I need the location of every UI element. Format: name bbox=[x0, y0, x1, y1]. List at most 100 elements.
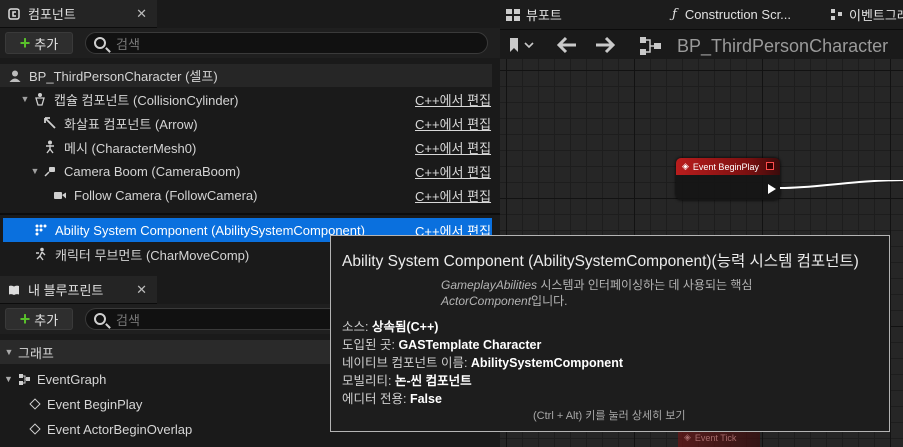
arrow-component-icon bbox=[42, 115, 58, 131]
tooltip-source-label: 소스: bbox=[342, 320, 369, 334]
component-tree: BP_ThirdPersonCharacter (셀프) ▼ 캡슐 컴포넌트 (… bbox=[0, 64, 492, 207]
tooltip-desc-italic: GameplayAbilities bbox=[441, 278, 538, 292]
graph-breadcrumb: BP_ThirdPersonCharacter bbox=[677, 36, 889, 56]
event-item-beginplay[interactable]: Event BeginPlay bbox=[0, 392, 142, 416]
close-icon[interactable]: ✕ bbox=[136, 6, 147, 22]
event-diamond-icon: ◈ bbox=[684, 432, 691, 442]
spring-arm-icon bbox=[42, 163, 58, 179]
edit-in-cpp-link[interactable]: C++에서 편집 bbox=[415, 138, 491, 157]
edit-in-cpp-link[interactable]: C++에서 편집 bbox=[415, 90, 491, 109]
graph-item-label: EventGraph bbox=[37, 371, 107, 387]
tab-construction-label: Construction Scr... bbox=[684, 7, 792, 22]
tab-components-label: 컴포넌트 bbox=[28, 7, 76, 22]
add-component-label: 추가 bbox=[34, 36, 59, 52]
tree-item-camera-boom[interactable]: ▼ Camera Boom (CameraBoom) C++에서 편집 bbox=[0, 159, 492, 183]
collapse-arrow-icon[interactable]: ▼ bbox=[0, 347, 18, 357]
event-item-label: Event BeginPlay bbox=[47, 396, 143, 412]
tab-viewport[interactable]: 뷰포트 bbox=[506, 0, 562, 29]
function-icon: ƒ bbox=[672, 7, 677, 22]
edit-in-cpp-link[interactable]: C++에서 편집 bbox=[415, 114, 491, 133]
tooltip-desc-text: 시스템과 인터페이싱하는 데 사용되는 핵심 bbox=[537, 278, 753, 292]
graph-item-eventgraph[interactable]: ▼ EventGraph bbox=[0, 367, 106, 391]
tooltip-mobility: 모빌리티: 논-씬 컴포넌트 bbox=[342, 370, 472, 389]
graph-icon bbox=[18, 373, 32, 386]
back-arrow-icon[interactable] bbox=[556, 36, 578, 59]
tree-item-arrow[interactable]: 화살표 컴포넌트 (Arrow) C++에서 편집 bbox=[0, 111, 492, 135]
tooltip-introduced: 도입된 곳: GASTemplate Character bbox=[342, 334, 541, 353]
component-icon bbox=[33, 222, 49, 238]
section-graphs-label: 그래프 bbox=[18, 345, 54, 361]
tab-event-graph-label: 이벤트그래 bbox=[849, 8, 903, 23]
tooltip-editor-only-value: False bbox=[409, 392, 442, 406]
skeletal-mesh-icon bbox=[42, 139, 58, 155]
components-toolbar: + 추가 검색 bbox=[0, 28, 500, 58]
blueprint-search-placeholder: 검색 bbox=[116, 312, 140, 328]
tree-item-label: 캡슐 컴포넌트 (CollisionCylinder) bbox=[54, 92, 239, 108]
tab-components[interactable]: 컴포넌트 ✕ bbox=[0, 0, 157, 28]
viewport-icon bbox=[506, 8, 520, 21]
collapse-arrow-icon[interactable]: ▼ bbox=[18, 94, 32, 104]
search-icon bbox=[94, 313, 106, 325]
event-diamond-icon: ◈ bbox=[682, 161, 689, 171]
tooltip-source: 소스: 상속됨(C++) bbox=[342, 316, 438, 335]
tab-my-blueprint[interactable]: 내 블루프린트 ✕ bbox=[0, 276, 157, 304]
components-search-input[interactable]: 검색 bbox=[85, 32, 488, 54]
components-tab-icon bbox=[8, 7, 20, 20]
tooltip-desc-italic: ActorComponent bbox=[441, 294, 532, 308]
graph-icon bbox=[830, 8, 843, 21]
editor-tabs: 뷰포트 ƒ Construction Scr... 이벤트그래 bbox=[500, 0, 903, 30]
search-icon bbox=[94, 37, 106, 49]
tab-viewport-label: 뷰포트 bbox=[526, 8, 562, 23]
add-blueprint-item-button[interactable]: + 추가 bbox=[5, 308, 73, 330]
tab-my-blueprint-label: 내 블루프린트 bbox=[28, 283, 104, 298]
event-item-actorbeginoverlap[interactable]: Event ActorBeginOverlap bbox=[0, 417, 192, 441]
tree-item-label: Follow Camera (FollowCamera) bbox=[74, 187, 258, 203]
node-header: ◈ Event BeginPlay bbox=[676, 158, 780, 175]
edit-in-cpp-link[interactable]: C++에서 편집 bbox=[415, 186, 491, 205]
tooltip-native-value: AbilitySystemComponent bbox=[470, 356, 624, 370]
exec-pin-icon[interactable] bbox=[768, 184, 776, 194]
camera-icon bbox=[52, 187, 68, 203]
delegate-pin-icon[interactable] bbox=[766, 162, 774, 170]
blueprint-toolbar: + 추가 검색 bbox=[0, 304, 330, 334]
bookmark-dropdown-icon[interactable] bbox=[508, 37, 534, 56]
tab-event-graph[interactable]: 이벤트그래 bbox=[830, 0, 903, 29]
tree-item-follow-camera[interactable]: Follow Camera (FollowCamera) C++에서 편집 bbox=[0, 183, 492, 207]
movement-icon bbox=[33, 246, 49, 262]
tree-root-label: BP_ThirdPersonCharacter (셀프) bbox=[29, 69, 218, 84]
tooltip-mobility-label: 모빌리티: bbox=[342, 374, 392, 388]
tree-item-label: 메시 (CharacterMesh0) bbox=[64, 140, 197, 156]
close-icon[interactable]: ✕ bbox=[136, 282, 147, 298]
tooltip-introduced-value: GASTemplate Character bbox=[398, 338, 542, 352]
edit-in-cpp-link[interactable]: C++에서 편집 bbox=[415, 162, 491, 181]
tree-item-label: 화살표 컴포넌트 (Arrow) bbox=[64, 116, 198, 132]
node-event-beginplay[interactable]: ◈ Event BeginPlay bbox=[676, 158, 780, 200]
tooltip-title: Ability System Component (AbilitySystemC… bbox=[342, 253, 859, 270]
tree-divider bbox=[0, 213, 500, 215]
blueprint-search-input[interactable]: 검색 bbox=[85, 308, 330, 330]
tree-item-capsule[interactable]: ▼ 캡슐 컴포넌트 (CollisionCylinder) C++에서 편집 bbox=[0, 87, 492, 111]
tree-root-item[interactable]: BP_ThirdPersonCharacter (셀프) bbox=[0, 64, 492, 87]
components-search-placeholder: 검색 bbox=[116, 36, 140, 52]
tree-item-label: Ability System Component (AbilitySystemC… bbox=[55, 222, 365, 238]
exec-wire bbox=[780, 180, 903, 189]
tree-item-mesh[interactable]: 메시 (CharacterMesh0) C++에서 편집 bbox=[0, 135, 492, 159]
tooltip-editor-only: 에디터 전용: False bbox=[342, 388, 442, 407]
event-diamond-icon bbox=[29, 398, 41, 410]
book-icon bbox=[8, 284, 20, 296]
event-diamond-icon bbox=[29, 423, 41, 435]
capsule-icon bbox=[32, 91, 48, 107]
tooltip-source-value: 상속됨(C++) bbox=[371, 320, 439, 334]
add-blueprint-item-label: 추가 bbox=[34, 312, 59, 328]
add-component-button[interactable]: + 추가 bbox=[5, 32, 73, 54]
tooltip-description: GameplayAbilities 시스템과 인터페이싱하는 데 사용되는 핵심… bbox=[441, 277, 801, 309]
tab-construction-script[interactable]: ƒ Construction Scr... bbox=[672, 0, 791, 29]
collapse-arrow-icon[interactable]: ▼ bbox=[4, 374, 18, 384]
collapse-arrow-icon[interactable]: ▼ bbox=[28, 166, 42, 176]
tooltip-desc-text: 입니다. bbox=[531, 294, 568, 308]
graph-hierarchy-icon[interactable] bbox=[639, 36, 663, 61]
forward-arrow-icon[interactable] bbox=[594, 36, 616, 59]
tooltip-native-label: 네이티브 컴포넌트 이름: bbox=[342, 356, 468, 370]
plus-icon: + bbox=[19, 309, 31, 329]
plus-icon: + bbox=[19, 33, 31, 53]
